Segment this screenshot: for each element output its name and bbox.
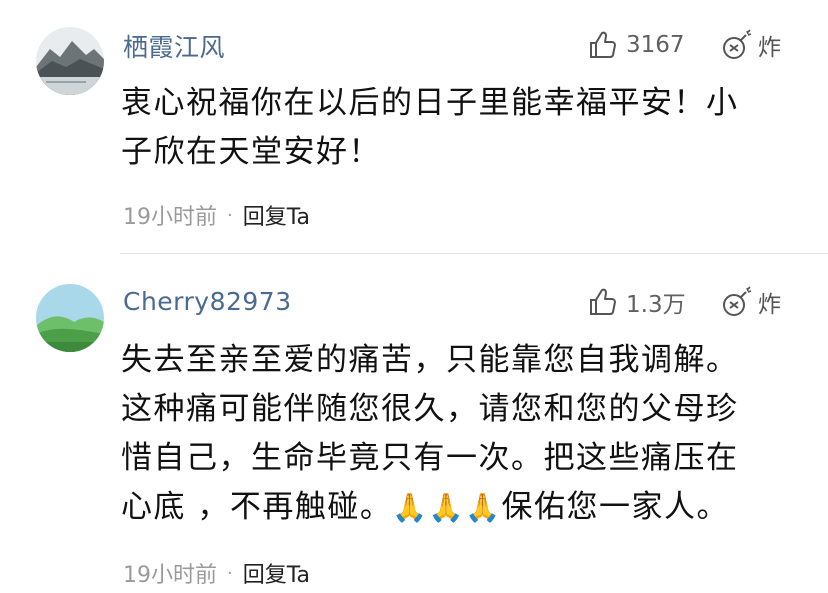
bomb-label: 炸 <box>758 35 781 61</box>
meta-separator: · <box>227 204 233 226</box>
bomb-label: 炸 <box>758 292 781 318</box>
avatar[interactable] <box>36 27 104 95</box>
thumbs-up-icon <box>590 288 616 315</box>
comment-time: 19小时前 <box>123 205 217 230</box>
like-count: 3167 <box>626 32 685 58</box>
avatar[interactable] <box>36 284 104 352</box>
reply-button[interactable]: 回复Ta <box>243 199 310 231</box>
like-button[interactable]: 3167 <box>586 27 685 63</box>
reply-button[interactable]: 回复Ta <box>243 557 310 589</box>
comment-item: Cherry82973 1.3万 炸 失去至亲至爱的痛苦，只能靠您自我调解。 这… <box>0 262 828 593</box>
bomb-button[interactable]: 炸 <box>720 27 781 63</box>
thumbs-up-icon <box>590 31 616 58</box>
bomb-button[interactable]: 炸 <box>720 284 781 320</box>
username[interactable]: 栖霞江风 <box>123 28 225 64</box>
praying-hands-emoji: 🙏🙏🙏 <box>392 491 502 524</box>
meta-separator: · <box>227 562 233 584</box>
comment-meta: 19小时前 · 回复Ta <box>123 199 310 231</box>
avatar-landscape-image <box>36 27 104 95</box>
comment-text-tail: 保佑您一家人。 <box>501 489 729 525</box>
comment-meta: 19小时前 · 回复Ta <box>123 557 310 589</box>
avatar-hills-image <box>36 284 104 352</box>
comment-text: 失去至亲至爱的痛苦，只能靠您自我调解。 这种痛可能伴随您很久，请您和您的父母珍 … <box>121 336 801 532</box>
like-button[interactable]: 1.3万 <box>586 284 686 320</box>
comment-time: 19小时前 <box>123 563 217 588</box>
username[interactable]: Cherry82973 <box>123 287 292 316</box>
comment-text: 衷心祝福你在以后的日子里能幸福平安！小 子欣在天堂安好！ <box>121 85 739 170</box>
bomb-icon <box>723 29 752 59</box>
divider <box>120 253 828 254</box>
comment-item: 栖霞江风 3167 炸 衷心祝福你在以后的日子里能幸福平安！小 子欣在天堂安好！… <box>0 0 828 250</box>
like-count: 1.3万 <box>626 292 686 318</box>
bomb-icon <box>723 286 752 316</box>
